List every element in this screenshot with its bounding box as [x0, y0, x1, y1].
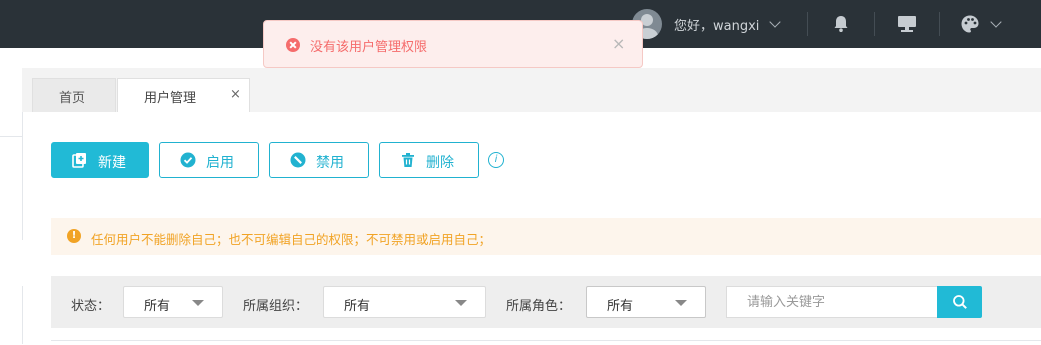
role-filter-label: 所属角色： [506, 299, 572, 314]
tab-close-button[interactable]: × [230, 87, 241, 102]
delete-button-label: 删除 [426, 155, 454, 171]
notice-text: 任何用户不能删除自己；也不可编辑自己的权限；不可禁用或启用自己； [91, 232, 492, 247]
tab-user-management[interactable]: 用户管理 × [117, 78, 250, 112]
disable-button-label: 禁用 [316, 155, 344, 171]
caret-down-icon [455, 300, 467, 306]
check-circle-icon [180, 152, 196, 168]
org-select-value: 所有 [344, 299, 371, 314]
error-circle-icon [286, 38, 300, 52]
header-divider [939, 12, 940, 36]
info-icon[interactable]: i [488, 152, 504, 168]
role-select-value: 所有 [607, 299, 634, 314]
trash-icon [402, 153, 414, 167]
tab-label: 用户管理 [144, 91, 197, 106]
sidebar-divider [0, 136, 22, 137]
tab-bar: 首页 用户管理 × [22, 68, 1041, 112]
toast-message: 没有该用户管理权限 [310, 40, 428, 55]
search-icon [953, 295, 967, 309]
caret-down-icon [675, 300, 687, 306]
chevron-down-icon [769, 16, 782, 28]
org-select[interactable]: 所有 [323, 286, 486, 318]
delete-button[interactable]: 删除 [379, 142, 479, 178]
user-menu[interactable]: 您好，wangxi [632, 8, 782, 40]
search-input[interactable] [726, 286, 938, 318]
palette-icon [961, 15, 979, 33]
disable-button[interactable]: 禁用 [269, 142, 369, 178]
error-toast: 没有该用户管理权限 × [263, 20, 643, 68]
new-button[interactable]: 新建 [51, 142, 149, 178]
add-file-icon [72, 153, 86, 168]
greeting-text: 您好，wangxi [674, 18, 760, 34]
chevron-down-icon [990, 16, 1002, 28]
new-button-label: 新建 [98, 155, 126, 171]
toast-close-button[interactable]: × [612, 34, 625, 53]
header-divider [874, 12, 875, 36]
tab-home[interactable]: 首页 [32, 78, 116, 112]
org-filter-label: 所属组织： [243, 299, 309, 314]
warning-notice: ! 任何用户不能删除自己；也不可编辑自己的权限；不可禁用或启用自己； [51, 218, 1041, 255]
status-select[interactable]: 所有 [123, 286, 223, 318]
header-divider [807, 12, 808, 36]
search-button[interactable] [937, 286, 982, 318]
status-select-value: 所有 [144, 299, 171, 314]
role-select[interactable]: 所有 [586, 286, 706, 318]
caret-down-icon [192, 300, 204, 306]
theme-menu[interactable] [960, 10, 1002, 38]
sidebar-edge-lower [0, 286, 23, 344]
ban-icon [290, 152, 306, 168]
monitor-icon[interactable] [897, 10, 917, 38]
enable-button-label: 启用 [206, 155, 234, 171]
status-filter-label: 状态： [71, 299, 111, 314]
table-top-border [51, 340, 1041, 345]
tab-label: 首页 [59, 91, 86, 106]
sidebar-edge [0, 68, 23, 240]
enable-button[interactable]: 启用 [159, 142, 259, 178]
bell-icon[interactable] [833, 10, 849, 38]
filter-bar: 状态： 所有 所属组织： 所有 所属角色： 所有 [51, 276, 1041, 328]
warning-icon: ! [67, 229, 81, 243]
